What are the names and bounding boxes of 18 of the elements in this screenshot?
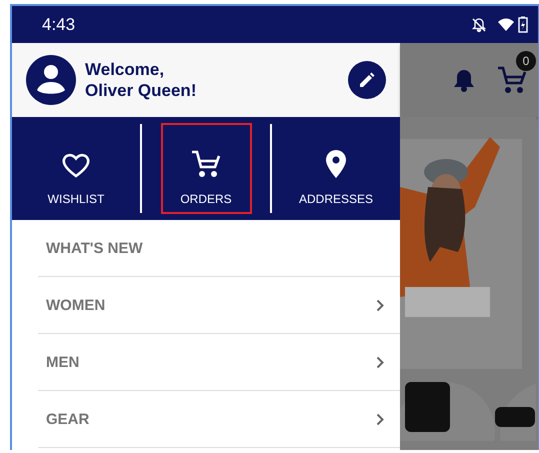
cart-icon[interactable] — [496, 65, 528, 95]
cart-icon — [190, 149, 222, 179]
shortcut-button[interactable]: ORDERS — [160, 123, 252, 214]
notifications-off-icon — [471, 16, 487, 32]
edit-profile-button[interactable] — [348, 61, 386, 99]
heart-icon — [61, 151, 91, 179]
user-name: Oliver Queen! — [85, 80, 198, 101]
bell-icon[interactable] — [454, 68, 474, 92]
wifi-icon — [497, 17, 515, 32]
shortcut-button[interactable]: WISHLIST — [30, 123, 122, 214]
battery-icon — [518, 16, 528, 33]
status-time: 4:43 — [42, 14, 76, 34]
welcome-text: Welcome, — [85, 59, 166, 80]
location-pin-icon — [324, 149, 348, 179]
pencil-icon — [358, 71, 376, 89]
avatar-icon — [26, 55, 76, 105]
shortcut-button[interactable]: ADDRESSES — [290, 123, 382, 214]
cart-count-badge: 0 — [516, 51, 536, 71]
